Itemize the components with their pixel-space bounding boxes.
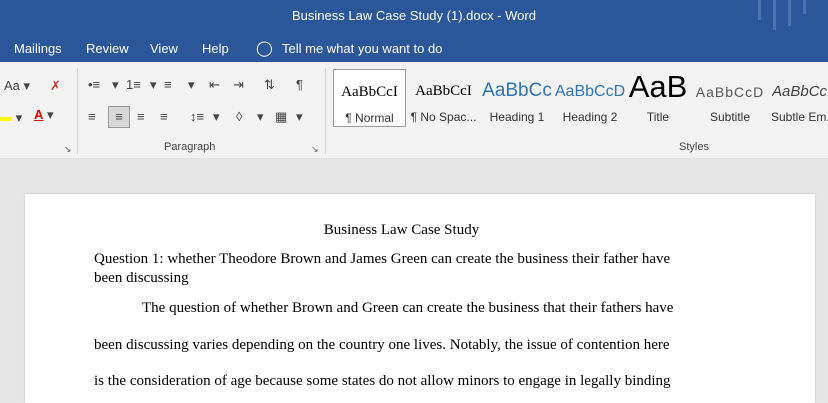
lightbulb-icon[interactable]: ◯ <box>256 39 273 57</box>
window-title: Business Law Case Study (1).docx - Word <box>292 8 536 23</box>
multilevel-dropdown-icon[interactable]: ▾ <box>188 77 195 93</box>
ribbon: Aa ▾ ✗ ▾ A ▾ ↘ •≡ ▾ 1≡ ▾ ≡ ▾ ⇤ ⇥ ⇅ ¶ ≡ ≡… <box>0 62 828 159</box>
style-heading-1[interactable]: AaBbCc Heading 1 <box>481 69 553 127</box>
style-subtitle[interactable]: AaBbCcD Subtitle <box>695 69 765 127</box>
decor-line <box>758 0 761 20</box>
style-sample: AaBbCcI <box>341 84 398 100</box>
styles-group-label: Styles <box>679 141 709 153</box>
shading-icon[interactable]: ◊ <box>236 109 242 125</box>
line-spacing-icon[interactable]: ↕≡ <box>190 109 204 125</box>
numbering-dropdown-icon[interactable]: ▾ <box>150 77 157 93</box>
style-name: Subtitle <box>709 110 751 124</box>
numbering-icon[interactable]: 1≡ <box>126 77 141 93</box>
style-sample: AaBbCcI <box>415 83 472 99</box>
change-case-label: Aa <box>4 78 20 93</box>
style-name: Subtle Em... <box>771 110 828 124</box>
style-name: Heading 1 <box>489 110 545 124</box>
highlight-swatch <box>0 116 12 121</box>
tell-me-search[interactable]: Tell me what you want to do <box>282 41 442 56</box>
question-line-2: been discussing <box>94 270 189 286</box>
borders-dropdown-icon[interactable]: ▾ <box>296 109 303 125</box>
style-sample: AaBbCcI <box>772 83 828 100</box>
show-formatting-marks-icon[interactable]: ¶ <box>296 77 303 93</box>
highlight-color-button[interactable]: ▾ <box>0 110 22 126</box>
font-color-icon: A <box>34 107 44 122</box>
group-separator <box>325 68 326 154</box>
bullets-icon[interactable]: •≡ <box>88 77 100 93</box>
bullets-dropdown-icon[interactable]: ▾ <box>112 77 119 93</box>
borders-icon[interactable]: ▦ <box>275 109 287 125</box>
align-center-icon[interactable]: ≡ <box>108 106 130 128</box>
justify-icon[interactable]: ≡ <box>160 109 168 125</box>
tab-view[interactable]: View <box>150 41 178 56</box>
group-separator <box>77 68 78 154</box>
style-name: Heading 2 <box>562 110 618 124</box>
decor-line <box>773 0 776 30</box>
body-line-3: is the consideration of age because some… <box>94 373 671 389</box>
decrease-indent-icon[interactable]: ⇤ <box>209 77 220 93</box>
decor-line <box>788 0 791 26</box>
body-line-2: been discussing varies depending on the … <box>94 337 670 353</box>
sort-icon[interactable]: ⇅ <box>264 77 275 93</box>
font-dialog-launcher[interactable]: ↘ <box>64 144 72 155</box>
style-no-spacing[interactable]: AaBbCcI ¶ No Spac... <box>407 69 480 127</box>
font-color-button[interactable]: A ▾ <box>34 107 54 123</box>
styles-gallery: AaBbCcI ¶ Normal AaBbCcI ¶ No Spac... Aa… <box>333 69 828 129</box>
tab-help[interactable]: Help <box>202 41 229 56</box>
paragraph-dialog-launcher[interactable]: ↘ <box>311 144 319 155</box>
style-name: Title <box>646 110 670 124</box>
change-case-button[interactable]: Aa ▾ <box>4 78 30 94</box>
question-line-1: Question 1: whether Theodore Brown and J… <box>94 251 671 267</box>
style-subtle-emphasis[interactable]: AaBbCcI Subtle Em... <box>767 69 828 127</box>
style-name: ¶ Normal <box>345 111 394 125</box>
paragraph-group-label: Paragraph <box>164 141 216 153</box>
align-left-icon[interactable]: ≡ <box>88 109 96 125</box>
title-bar: Business Law Case Study (1).docx - Word <box>0 0 828 34</box>
document-page[interactable]: Business Law Case Study Question 1: whet… <box>25 194 815 403</box>
clear-formatting-icon[interactable]: ✗ <box>50 78 61 94</box>
shading-dropdown-icon[interactable]: ▾ <box>257 109 264 125</box>
style-sample: AaBbCcD <box>554 83 626 100</box>
style-title[interactable]: AaB Title <box>625 69 691 127</box>
align-right-icon[interactable]: ≡ <box>137 109 145 125</box>
style-sample: AaBbCcD <box>695 84 765 100</box>
body-line-1: The question of whether Brown and Green … <box>142 300 674 316</box>
ribbon-tabs: Mailings Review View Help ◯ Tell me what… <box>0 34 828 62</box>
increase-indent-icon[interactable]: ⇥ <box>233 77 244 93</box>
style-sample: AaBbCc <box>482 80 552 101</box>
style-normal[interactable]: AaBbCcI ¶ Normal <box>333 69 406 127</box>
multilevel-list-icon[interactable]: ≡ <box>164 77 172 93</box>
line-spacing-dropdown-icon[interactable]: ▾ <box>213 109 220 125</box>
ruler-strip <box>0 158 828 188</box>
style-name: ¶ No Spac... <box>410 110 477 124</box>
style-sample: AaB <box>628 69 688 104</box>
decor-line <box>803 0 806 14</box>
tab-mailings[interactable]: Mailings <box>14 41 62 56</box>
style-heading-2[interactable]: AaBbCcD Heading 2 <box>554 69 626 127</box>
tab-review[interactable]: Review <box>86 41 129 56</box>
document-title: Business Law Case Study <box>323 222 480 238</box>
